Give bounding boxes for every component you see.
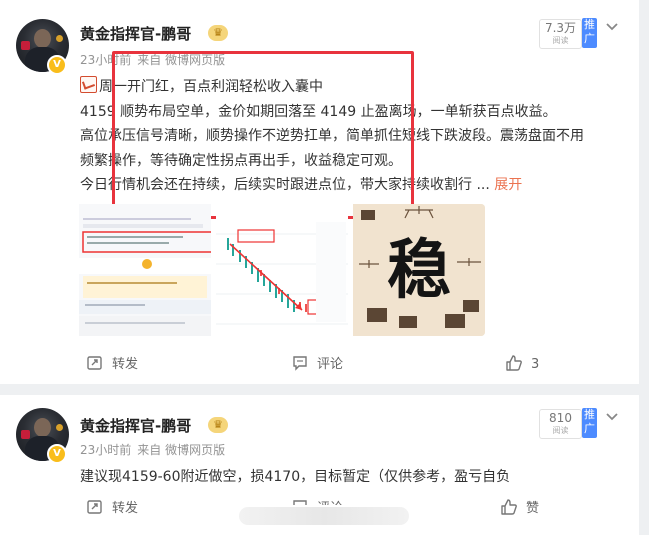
repost-label: 转发 bbox=[112, 501, 139, 516]
weibo-post-card: V 黄金指挥官-鹏哥 ♛ 23小时前 来自 微博网页版 7.3万 阅读 推广 周一… bbox=[0, 0, 639, 384]
expand-link[interactable]: 展开 bbox=[494, 177, 522, 193]
repost-icon bbox=[87, 500, 102, 514]
comment-button[interactable]: 评论 bbox=[291, 354, 343, 374]
like-count: 3 bbox=[531, 357, 540, 372]
read-count-box: 810 阅读 bbox=[539, 409, 582, 439]
chevron-down-icon[interactable] bbox=[604, 409, 620, 425]
thumbs-up-icon bbox=[501, 499, 517, 515]
comment-label: 评论 bbox=[317, 357, 344, 372]
repost-label: 转发 bbox=[112, 357, 139, 372]
member-crown-icon: ♛ bbox=[208, 25, 228, 41]
chart-up-emoji-icon bbox=[80, 76, 97, 93]
post-image-calligraphy[interactable]: 稳 bbox=[353, 204, 485, 336]
verified-badge-icon: V bbox=[47, 55, 67, 75]
like-button[interactable]: 3 bbox=[505, 354, 539, 374]
like-button[interactable]: 赞 bbox=[500, 498, 539, 518]
loading-placeholder bbox=[239, 507, 409, 525]
like-label: 赞 bbox=[526, 501, 540, 516]
read-count-label: 阅读 bbox=[552, 36, 569, 45]
post-source[interactable]: 来自 微博网页版 bbox=[137, 443, 225, 457]
comment-icon bbox=[293, 356, 307, 371]
promote-button[interactable]: 推广 bbox=[582, 18, 597, 48]
member-crown-icon: ♛ bbox=[208, 417, 228, 433]
author-name[interactable]: 黄金指挥官-鹏哥 bbox=[80, 23, 191, 44]
post-time[interactable]: 23小时前 bbox=[80, 443, 131, 457]
author-name[interactable]: 黄金指挥官-鹏哥 bbox=[80, 415, 191, 436]
post-image-chat-screenshot[interactable] bbox=[79, 204, 211, 336]
promote-button[interactable]: 推广 bbox=[582, 408, 597, 438]
repost-button[interactable]: 转发 bbox=[86, 354, 138, 374]
highlight-frame bbox=[112, 51, 414, 219]
read-count-label: 阅读 bbox=[552, 426, 569, 435]
repost-icon bbox=[87, 356, 102, 370]
post-image-price-chart[interactable] bbox=[216, 204, 348, 336]
read-count-box: 7.3万 阅读 bbox=[539, 19, 582, 49]
repost-button[interactable]: 转发 bbox=[86, 498, 138, 518]
read-count: 7.3万 bbox=[544, 21, 577, 35]
calligraphy-char: 稳 bbox=[387, 234, 451, 308]
thumbs-up-icon bbox=[506, 355, 522, 371]
verified-badge-icon: V bbox=[47, 444, 67, 464]
chevron-down-icon[interactable] bbox=[604, 19, 620, 35]
post-text: 建议现4159-60附近做空，损4170，目标暂定（仅供参考，盈亏自负 bbox=[80, 469, 511, 485]
read-count: 810 bbox=[549, 411, 572, 425]
post-meta: 23小时前 来自 微博网页版 bbox=[80, 441, 225, 458]
